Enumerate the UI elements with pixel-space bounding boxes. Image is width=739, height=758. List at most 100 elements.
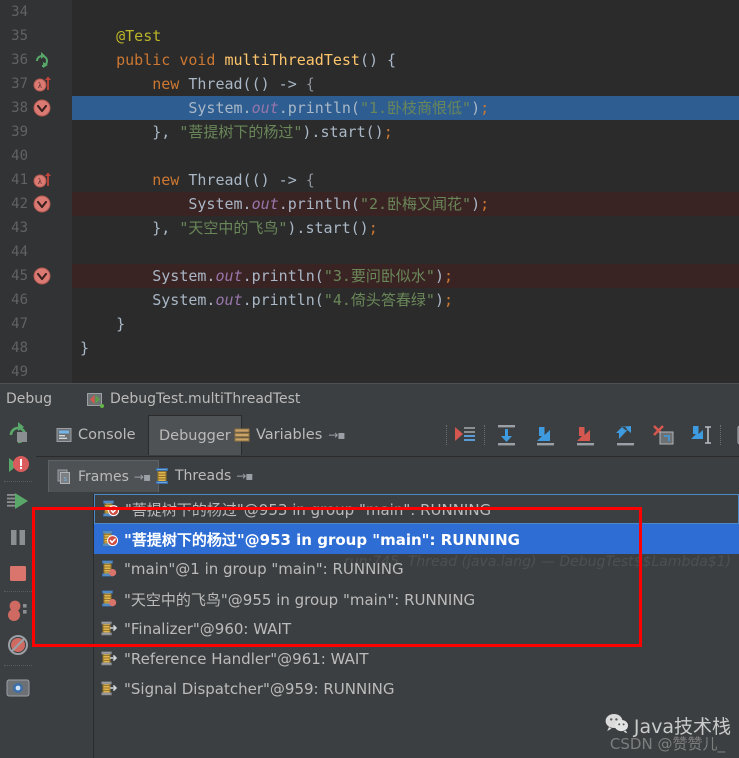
subtab-frames[interactable]: s Frames →▪ <box>48 460 160 492</box>
gutter-line-45[interactable]: 45 <box>0 264 72 288</box>
mute-breakpoints-button[interactable] <box>4 597 32 625</box>
debugger-tabstrip[interactable]: Console Debugger Variables →▪ <box>36 415 739 457</box>
code-line-text: System.out.println("4.倚头答春绿"); <box>72 288 453 312</box>
drop-frame-button[interactable] <box>651 423 677 447</box>
token-kw: void <box>179 51 216 69</box>
debug-tool-window[interactable]: Debug DebugTest.multiThreadTest Console … <box>0 383 739 758</box>
editor-gutter[interactable]: 34 35 36 37 λ 38 39 40 41 λ 42 43 44 45 46 47 48 49 <box>0 0 72 383</box>
tab-debugger-label: Debugger <box>159 427 231 444</box>
code-editor[interactable]: @Test public void multiThreadTest() { ne… <box>0 0 739 383</box>
code-line-47[interactable]: } <box>72 312 739 336</box>
step-into-button[interactable] <box>533 423 559 447</box>
token-pnc: } <box>80 315 126 333</box>
code-line-43[interactable]: }, "天空中的飞鸟").start(); <box>72 216 739 240</box>
code-line-36[interactable]: public void multiThreadTest() { <box>72 48 739 72</box>
line-number: 48 <box>11 340 28 356</box>
threads-pane[interactable]: ambda$multiThreadTest$0:38, DebugTest$$L… <box>36 494 739 758</box>
gutter-line-35[interactable]: 35 <box>0 24 72 48</box>
step-out-button[interactable] <box>613 423 639 447</box>
gutter-line-42[interactable]: 42 <box>0 192 72 216</box>
pause-program-button[interactable] <box>4 523 32 551</box>
view-breakpoints-button[interactable] <box>4 451 32 479</box>
line-number: 42 <box>11 196 28 212</box>
token-kw: new <box>152 171 180 189</box>
code-line-49[interactable] <box>72 360 739 383</box>
thread-list[interactable]: ambda$multiThreadTest$0:38, DebugTest$$L… <box>94 494 739 758</box>
toolbar-separator-3 <box>4 665 32 667</box>
gutter-line-49[interactable]: 49 <box>0 360 72 383</box>
code-line-48[interactable]: } <box>72 336 739 360</box>
code-line-40[interactable] <box>72 144 739 168</box>
tab-variables[interactable]: Variables →▪ <box>224 415 354 455</box>
lambda-breakpoint-icon[interactable]: λ <box>33 170 55 190</box>
gutter-line-37[interactable]: 37 λ <box>0 72 72 96</box>
code-area[interactable]: @Test public void multiThreadTest() { ne… <box>72 0 739 383</box>
breakpoint-check-icon[interactable] <box>33 194 55 214</box>
step-over-button[interactable] <box>494 423 520 447</box>
token-fld: out <box>251 99 279 117</box>
gutter-line-47[interactable]: 47 <box>0 312 72 336</box>
code-line-34[interactable] <box>72 0 739 24</box>
console-icon <box>56 427 72 443</box>
gutter-line-44[interactable]: 44 <box>0 240 72 264</box>
gutter-line-38[interactable]: 38 <box>0 96 72 120</box>
code-line-42[interactable]: System.out.println("2.卧梅又闻花"); <box>72 192 739 216</box>
line-number: 36 <box>11 52 28 68</box>
threads-icon <box>154 468 170 484</box>
thread-list-item[interactable]: "Reference Handler"@961: WAIT <box>94 644 739 674</box>
gutter-line-34[interactable]: 34 <box>0 0 72 24</box>
breakpoint-check-icon[interactable] <box>33 266 55 286</box>
thread-list-item[interactable]: "Signal Dispatcher"@959: RUNNING <box>94 674 739 704</box>
debug-left-toolbar[interactable] <box>0 415 37 758</box>
gutter-line-46[interactable]: 46 <box>0 288 72 312</box>
tab-variables-detach-icon[interactable]: →▪ <box>328 428 345 442</box>
gutter-line-39[interactable]: 39 <box>0 120 72 144</box>
line-number: 35 <box>11 28 28 44</box>
code-line-38[interactable]: System.out.println("1.卧枝商恨低"); <box>72 96 739 120</box>
subtab-threads-detach-icon[interactable]: →▪ <box>236 469 253 483</box>
lambda-breakpoint-icon[interactable]: λ <box>33 74 55 94</box>
run-to-cursor-button[interactable] <box>688 423 714 447</box>
suppress-button[interactable] <box>4 631 32 659</box>
token-cls: ) <box>434 267 444 285</box>
thread-list-item[interactable]: "天空中的飞鸟"@955 in group "main": RUNNING <box>94 584 739 614</box>
token-str: "1.卧枝商恨低" <box>359 99 472 117</box>
rerun-button[interactable] <box>4 419 32 447</box>
stop-button[interactable] <box>4 559 32 587</box>
code-line-46[interactable]: System.out.println("4.倚头答春绿"); <box>72 288 739 312</box>
settings-camera-button[interactable] <box>4 673 32 701</box>
token-semi: ; <box>383 123 393 141</box>
gutter-line-36[interactable]: 36 <box>0 48 72 72</box>
run-configuration-name[interactable]: DebugTest.multiThreadTest <box>110 391 300 407</box>
subtab-frames-label: Frames <box>78 468 129 485</box>
run-method-icon[interactable] <box>33 50 55 70</box>
thread-wait-icon <box>100 620 118 638</box>
thread-list-item[interactable]: "菩提树下的杨过"@953 in group "main": RUNNING <box>94 524 739 554</box>
code-line-text: } <box>72 312 125 336</box>
code-line-41[interactable]: new Thread(() -> { <box>72 168 739 192</box>
gutter-line-41[interactable]: 41 λ <box>0 168 72 192</box>
code-line-39[interactable]: }, "菩提树下的杨过").start(); <box>72 120 739 144</box>
code-line-35[interactable]: @Test <box>72 24 739 48</box>
tab-console[interactable]: Console <box>46 415 146 455</box>
debugger-subtabs[interactable]: s Frames →▪ Threads →▪ <box>36 457 739 495</box>
thread-list-item[interactable]: "Finalizer"@960: WAIT <box>94 614 739 644</box>
gutter-line-43[interactable]: 43 <box>0 216 72 240</box>
thread-list-item[interactable]: "main"@1 in group "main": RUNNING <box>94 554 739 584</box>
token-fld: out <box>251 195 279 213</box>
code-line-44[interactable] <box>72 240 739 264</box>
thread-list-item[interactable]: "菩提树下的杨过"@953 in group "main": RUNNING <box>94 494 739 524</box>
show-execution-point-button[interactable] <box>452 423 478 447</box>
token-semi: ; <box>480 99 490 117</box>
force-step-into-button[interactable] <box>573 423 599 447</box>
subtab-threads[interactable]: Threads →▪ <box>146 460 260 492</box>
thread-wait-icon <box>100 680 118 698</box>
breakpoint-check-icon[interactable] <box>33 98 55 118</box>
code-line-text: }, "菩提树下的杨过").start(); <box>72 120 393 144</box>
resume-program-button[interactable] <box>4 487 32 515</box>
gutter-line-48[interactable]: 48 <box>0 336 72 360</box>
token-pnc: } <box>80 339 90 357</box>
code-line-37[interactable]: new Thread(() -> { <box>72 72 739 96</box>
code-line-45[interactable]: System.out.println("3.要问卧似水"); <box>72 264 739 288</box>
gutter-line-40[interactable]: 40 <box>0 144 72 168</box>
